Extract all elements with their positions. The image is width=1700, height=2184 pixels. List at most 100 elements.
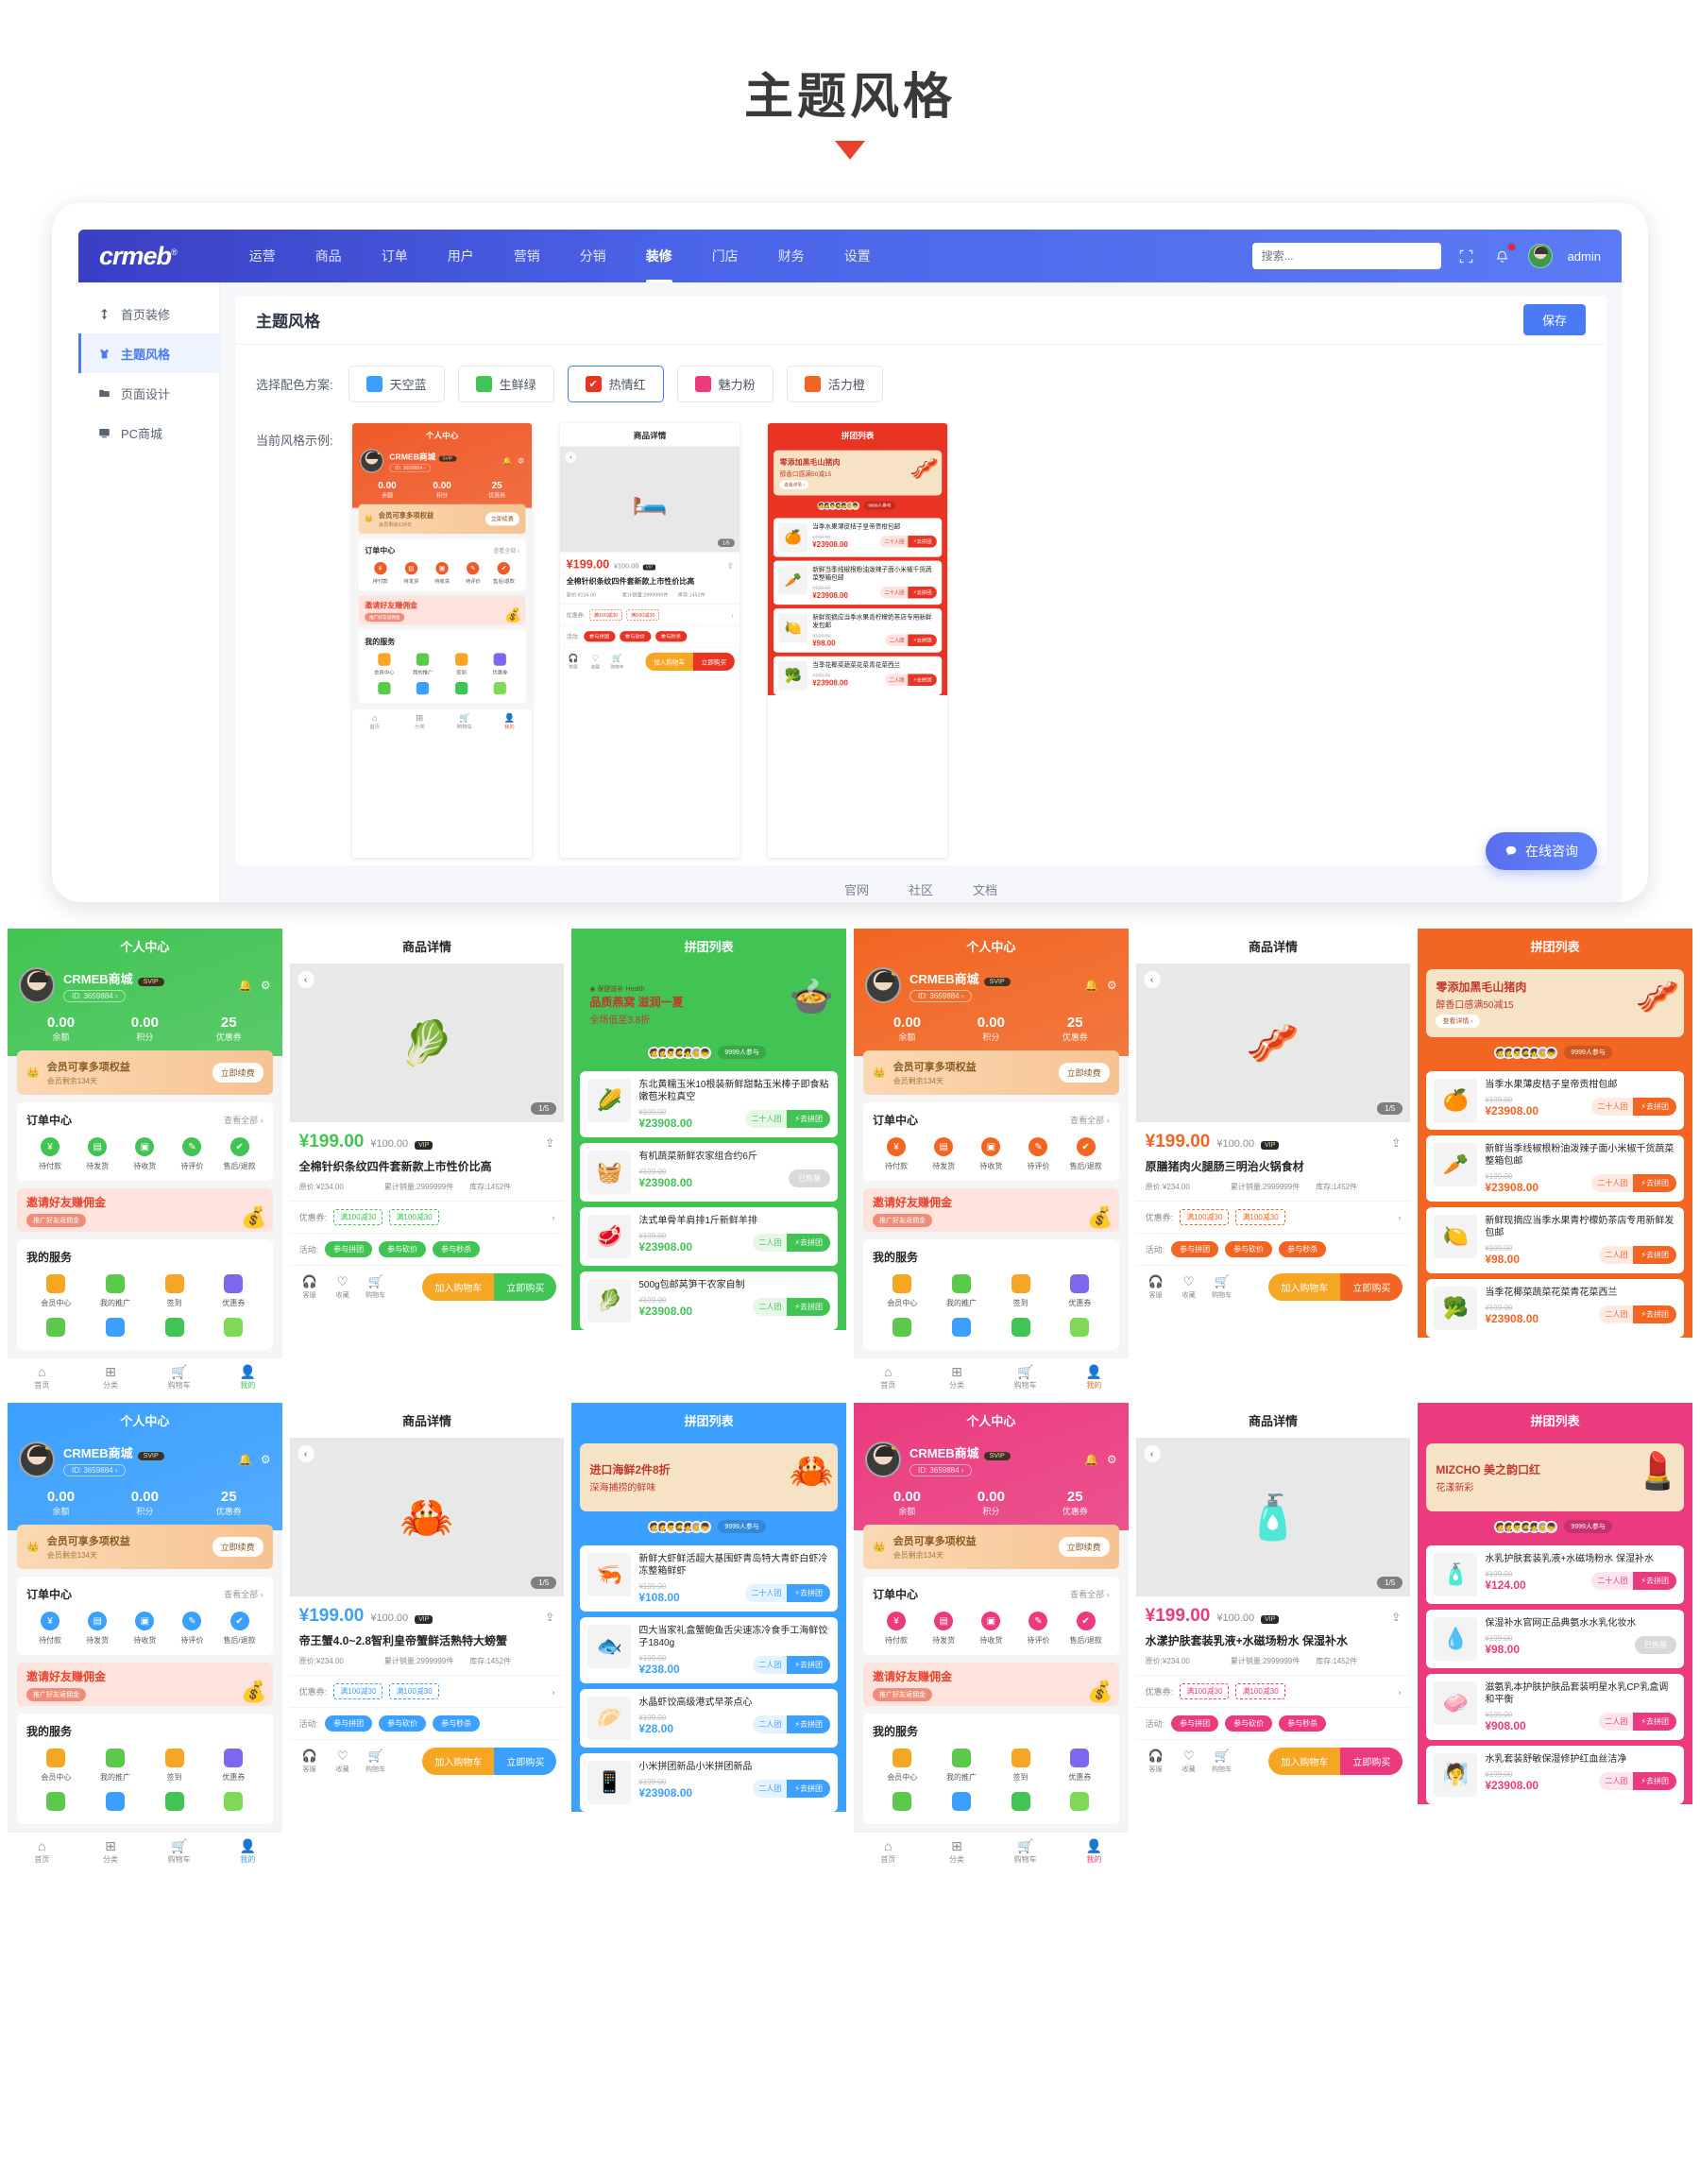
activity-tag[interactable]: 参与砍价 bbox=[1225, 1715, 1273, 1732]
tabbar-item[interactable]: ⌂ 首页 bbox=[854, 1838, 923, 1865]
group-list-item[interactable]: 🥦 当季花椰菜蔬菜花菜青花菜西兰 ¥199.00 ¥23908.00 二人团 ⚡去拼团 bbox=[1426, 1279, 1684, 1338]
group-list-item[interactable]: 🥦 当季花椰菜蔬菜花菜青花菜西兰 ¥199.00 ¥23908.00 二人团 ⚡去拼团 bbox=[773, 656, 943, 695]
tabbar-item[interactable]: ⌂ 首页 bbox=[352, 713, 398, 731]
nav-item-5[interactable]: 分销 bbox=[560, 230, 626, 282]
service-icon-cell[interactable] bbox=[1050, 1792, 1110, 1815]
notification-bell-icon[interactable] bbox=[1492, 243, 1516, 266]
join-group-button[interactable]: 二人团 ⚡去拼团 bbox=[753, 1780, 830, 1798]
activity-tag[interactable]: 参与砍价 bbox=[619, 631, 652, 642]
vip-renew-button[interactable]: 立即续费 bbox=[1058, 1063, 1110, 1083]
join-group-button[interactable]: 二十人团 ⚡去拼团 bbox=[745, 1110, 830, 1128]
tabbar-item[interactable]: ⊞ 分类 bbox=[923, 1364, 992, 1391]
nav-item-4[interactable]: 营销 bbox=[494, 230, 560, 282]
activity-tag[interactable]: 参与秒杀 bbox=[1279, 1715, 1327, 1732]
banner-cta[interactable]: 查看详情 › bbox=[779, 480, 809, 489]
coupon-tag[interactable]: 满100减30 bbox=[333, 1683, 383, 1700]
service-icon-cell[interactable] bbox=[204, 1792, 264, 1815]
group-list-item[interactable]: 🍊 当季水果薄皮桔子皇帝贡柑包邮 ¥199.00 ¥23908.00 二十人团 ⚡去拼团 bbox=[1426, 1071, 1684, 1130]
service-icon-cell[interactable] bbox=[204, 1318, 264, 1340]
gear-icon[interactable]: ⚙ bbox=[1107, 1453, 1117, 1466]
group-list-item[interactable]: 🥬 500g包邮莴笋干农家自制 ¥199.00 ¥23908.00 二人团 ⚡去拼团 bbox=[580, 1271, 838, 1330]
tabbar-item[interactable]: 👤 我的 bbox=[1060, 1364, 1129, 1391]
buy-now-button[interactable]: 立即购买 bbox=[494, 1273, 557, 1302]
chevron-right-icon[interactable]: › bbox=[1398, 1213, 1401, 1222]
detail-bottom-icon[interactable]: 🎧 客服 bbox=[565, 654, 581, 670]
group-list-item[interactable]: 📱 小米拼团新品小米拼团新品 ¥199.00 ¥23908.00 二人团 ⚡去拼团 bbox=[580, 1753, 838, 1812]
service-icon-cell[interactable]: 我的推广 bbox=[403, 653, 442, 675]
service-icon-cell[interactable]: 会员中心 bbox=[873, 1274, 932, 1308]
nav-item-8[interactable]: 财务 bbox=[758, 230, 824, 282]
footer-link-1[interactable]: 社区 bbox=[909, 880, 933, 898]
tabbar-item[interactable]: 🛒 购物车 bbox=[442, 713, 487, 731]
order-icon-cell[interactable]: ▤ 待发货 bbox=[74, 1137, 121, 1171]
coupon-tag[interactable]: 满100减30 bbox=[1235, 1683, 1285, 1700]
join-group-button[interactable]: 二十人团 ⚡去拼团 bbox=[1591, 1098, 1676, 1116]
gear-icon[interactable]: ⚙ bbox=[261, 1453, 271, 1466]
service-icon-cell[interactable]: 签到 bbox=[442, 653, 481, 675]
join-group-button[interactable]: 二人团 ⚡去拼团 bbox=[1599, 1713, 1676, 1731]
vip-renew-button[interactable]: 立即续费 bbox=[484, 512, 519, 526]
join-group-button[interactable]: 二人团 ⚡去拼团 bbox=[753, 1298, 830, 1316]
view-all-link[interactable]: 查看全部 › bbox=[224, 1588, 264, 1600]
user-avatar[interactable]: 👑 bbox=[359, 449, 384, 473]
order-icon-cell[interactable]: ▣ 待收货 bbox=[121, 1137, 168, 1171]
search-box[interactable] bbox=[1251, 243, 1441, 269]
detail-bottom-icon[interactable]: ♡ 收藏 bbox=[331, 1274, 355, 1300]
buy-now-button[interactable]: 立即购买 bbox=[494, 1748, 557, 1776]
activity-tag[interactable]: 参与拼团 bbox=[325, 1715, 373, 1732]
group-list-item[interactable]: 🧺 有机蔬菜新鲜农家组合约6斤 ¥199.00 ¥23908.00 已售罄 bbox=[580, 1143, 838, 1202]
banner-cta[interactable]: 查看详情 › bbox=[1436, 1015, 1480, 1028]
join-group-button[interactable]: 二十人团 ⚡去拼团 bbox=[880, 586, 937, 599]
order-icon-cell[interactable]: ▤ 待发货 bbox=[74, 1612, 121, 1646]
back-icon[interactable]: ‹ bbox=[1143, 1445, 1161, 1462]
nav-item-1[interactable]: 商品 bbox=[296, 230, 362, 282]
fullscreen-icon[interactable] bbox=[1456, 246, 1477, 266]
group-banner[interactable]: 零添加黑毛山猪肉 醇香口感满50减15 查看详情 › 🥓 bbox=[1426, 969, 1684, 1037]
order-icon-cell[interactable]: ✔ 售后/退款 bbox=[1062, 1612, 1110, 1646]
add-to-cart-button[interactable]: 加入购物车 bbox=[422, 1748, 495, 1776]
group-list-item[interactable]: 🐟 四大当家礼盒蟹鲍鱼舌尖速冻冷食手工海鲜饺子1840g ¥199.00 ¥238.0… bbox=[580, 1617, 838, 1683]
group-list-item[interactable]: 🧴 水乳护肤套装乳液+水磁场粉水 保湿补水 ¥199.00 ¥124.00 二十人团 ⚡去… bbox=[1426, 1545, 1684, 1604]
order-icon-cell[interactable]: ▤ 待发货 bbox=[396, 561, 427, 585]
order-icon-cell[interactable]: ✎ 待评价 bbox=[457, 561, 488, 585]
add-to-cart-button[interactable]: 加入购物车 bbox=[1268, 1748, 1341, 1776]
order-icon-cell[interactable]: ▣ 待收货 bbox=[121, 1612, 168, 1646]
service-icon-cell[interactable] bbox=[481, 681, 519, 697]
order-icon-cell[interactable]: ▤ 待发货 bbox=[920, 1612, 967, 1646]
tabbar-item[interactable]: 👤 我的 bbox=[1060, 1838, 1129, 1865]
order-icon-cell[interactable]: ¥ 待付款 bbox=[26, 1137, 74, 1171]
service-icon-cell[interactable]: 优惠券 bbox=[1050, 1274, 1110, 1308]
join-group-button[interactable]: 二人团 ⚡去拼团 bbox=[753, 1715, 830, 1733]
back-icon[interactable]: ‹ bbox=[1143, 971, 1161, 988]
order-icon-cell[interactable]: ✎ 待评价 bbox=[1014, 1612, 1062, 1646]
detail-bottom-icon[interactable]: 🛒 购物车 bbox=[1210, 1274, 1234, 1300]
sidebar-item-1[interactable]: 主题风格 bbox=[78, 333, 219, 373]
service-icon-cell[interactable]: 会员中心 bbox=[26, 1274, 86, 1308]
order-icon-cell[interactable]: ✎ 待评价 bbox=[168, 1612, 215, 1646]
bell-icon[interactable]: 🔔 bbox=[1084, 979, 1098, 992]
order-icon-cell[interactable]: ✎ 待评价 bbox=[1014, 1137, 1062, 1171]
share-icon[interactable]: ⇪ bbox=[1391, 1136, 1401, 1150]
group-list-item[interactable]: 🥟 水晶虾饺高级港式早茶点心 ¥199.00 ¥28.00 二人团 ⚡去拼团 bbox=[580, 1689, 838, 1748]
service-icon-cell[interactable] bbox=[991, 1792, 1050, 1815]
buy-now-button[interactable]: 立即购买 bbox=[1340, 1748, 1403, 1776]
service-icon-cell[interactable] bbox=[365, 681, 403, 697]
order-icon-cell[interactable]: ¥ 待付款 bbox=[26, 1612, 74, 1646]
activity-tag[interactable]: 参与拼团 bbox=[325, 1241, 373, 1258]
order-icon-cell[interactable]: ▣ 待收货 bbox=[967, 1137, 1014, 1171]
back-icon[interactable]: ‹ bbox=[297, 1445, 314, 1462]
service-icon-cell[interactable] bbox=[1050, 1318, 1110, 1340]
group-banner[interactable]: 进口海鲜2件8折 深海捕捞的鲜味 🦀 bbox=[580, 1443, 838, 1511]
view-all-link[interactable]: 查看全部 › bbox=[1070, 1114, 1110, 1126]
order-icon-cell[interactable]: ▣ 待收货 bbox=[967, 1612, 1014, 1646]
back-icon[interactable]: ‹ bbox=[297, 971, 314, 988]
nav-item-3[interactable]: 用户 bbox=[428, 230, 494, 282]
detail-bottom-icon[interactable]: 🛒 购物车 bbox=[364, 1274, 388, 1300]
group-banner[interactable]: MIZCHO 美之韵口红 花漾新彩 💄 bbox=[1426, 1443, 1684, 1511]
order-icon-cell[interactable]: ¥ 待付款 bbox=[873, 1612, 920, 1646]
service-icon-cell[interactable] bbox=[873, 1318, 932, 1340]
service-icon-cell[interactable] bbox=[26, 1318, 86, 1340]
user-id[interactable]: ID: 3659884 › bbox=[909, 1463, 973, 1476]
service-icon-cell[interactable] bbox=[144, 1318, 204, 1340]
tabbar-item[interactable]: 👤 我的 bbox=[213, 1364, 282, 1391]
